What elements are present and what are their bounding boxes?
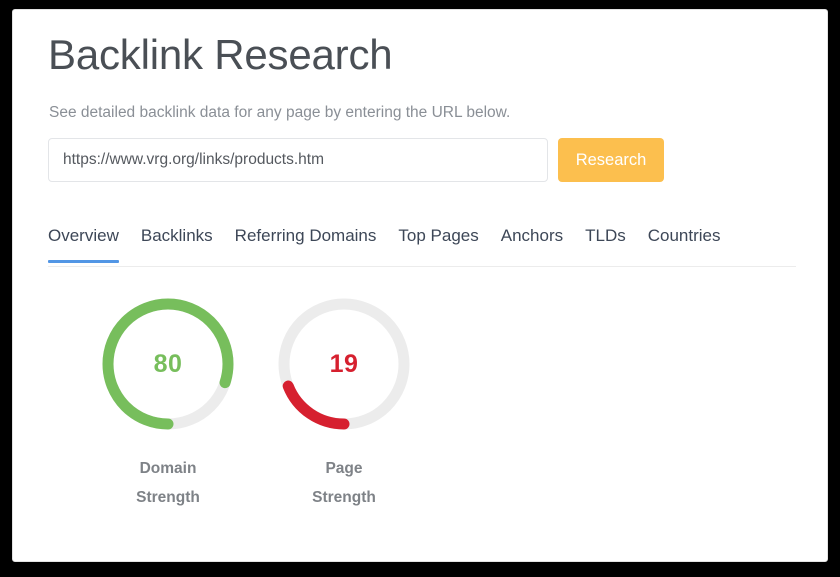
tab-anchors[interactable]: Anchors (490, 222, 574, 262)
tab-backlinks[interactable]: Backlinks (130, 222, 224, 262)
url-input[interactable] (48, 138, 548, 182)
page-title: Backlink Research (48, 31, 393, 78)
search-row: Research (48, 138, 708, 182)
tab-top-pages[interactable]: Top Pages (387, 222, 489, 262)
page-strength-label-line1: Page (325, 460, 363, 477)
domain-strength-label: Domain Strength (80, 455, 256, 512)
page-strength-gauge: 19 (278, 298, 410, 430)
tab-bar: Overview Backlinks Referring Domains Top… (48, 222, 796, 267)
research-button[interactable]: Research (558, 138, 664, 182)
metric-domain-strength: 80 Domain Strength (80, 298, 256, 512)
backlink-research-card: Backlink Research See detailed backlink … (12, 9, 828, 562)
page-strength-value: 19 (329, 349, 359, 378)
domain-strength-gauge: 80 (102, 298, 234, 430)
domain-strength-label-line2: Strength (136, 488, 200, 506)
page-subtitle: See detailed backlink data for any page … (49, 104, 511, 121)
tab-tlds[interactable]: TLDs (574, 222, 637, 262)
screenshot-frame: Backlink Research See detailed backlink … (0, 0, 840, 577)
tab-countries[interactable]: Countries (637, 222, 732, 262)
metric-gauges: 80 Domain Strength 19 Page Strength (48, 298, 796, 538)
tab-referring-domains[interactable]: Referring Domains (224, 222, 388, 262)
domain-strength-value: 80 (153, 349, 183, 378)
page-strength-label-line2: Strength (312, 488, 376, 506)
domain-strength-label-line1: Domain (139, 460, 197, 477)
metric-page-strength: 19 Page Strength (256, 298, 432, 512)
tab-overview[interactable]: Overview (48, 222, 130, 263)
page-strength-label: Page Strength (256, 455, 432, 512)
